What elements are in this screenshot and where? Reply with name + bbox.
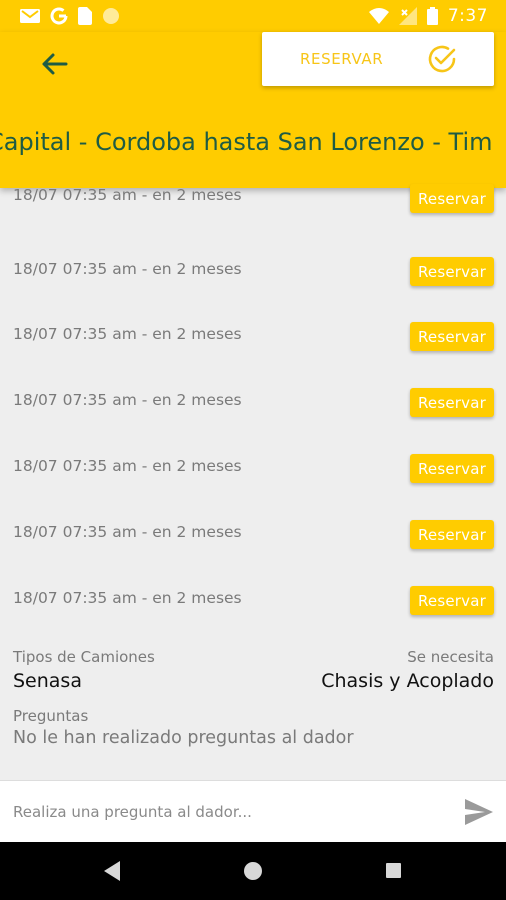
questions-label: Preguntas — [13, 706, 494, 725]
list-item: 18/07 07:35 am - en 2 meses Reservar — [0, 444, 506, 510]
reserve-button[interactable]: Reservar — [410, 454, 494, 483]
google-icon — [50, 7, 68, 25]
question-input-bar: Realiza una pregunta al dador... — [0, 780, 506, 842]
system-nav-bar — [0, 842, 506, 900]
home-circle-icon[interactable] — [244, 862, 262, 880]
reserve-button[interactable]: Reservar — [410, 586, 494, 615]
truck-info-labels: Tipos de Camiones Se necesita — [13, 648, 494, 666]
list-item: 18/07 07:35 am - en 2 meses Reservar — [0, 378, 506, 444]
list-item: 18/07 07:35 am - en 2 meses Reservar — [0, 510, 506, 576]
signal-icon — [398, 7, 417, 25]
recents-square-icon[interactable] — [386, 863, 401, 878]
back-triangle-icon[interactable] — [104, 861, 120, 885]
list-item: 18/07 07:35 am - en 2 meses Reservar — [0, 246, 506, 312]
reserve-header-label: RESERVAR — [300, 50, 384, 68]
truck-types-label: Tipos de Camiones — [13, 648, 155, 666]
departure-date: 18/07 07:35 am - en 2 meses — [13, 457, 242, 475]
departure-date: 18/07 07:35 am - en 2 meses — [13, 523, 242, 541]
arrow-left-icon — [42, 53, 68, 75]
check-circle-icon — [428, 45, 456, 73]
route-text: Capital - Cordoba hasta San Lorenzo - Ti… — [0, 128, 493, 156]
sim-icon — [78, 7, 92, 25]
reserve-button[interactable]: Reservar — [410, 257, 494, 286]
app-bar: RESERVAR Capital - Cordoba hasta San Lor… — [0, 32, 506, 188]
route-title: Capital - Cordoba hasta San Lorenzo - Ti… — [0, 124, 506, 164]
reserve-button[interactable]: Reservar — [410, 322, 494, 351]
reserve-button[interactable]: Reservar — [410, 388, 494, 417]
back-button[interactable] — [30, 40, 78, 88]
list-item: 18/07 07:35 am - en 2 meses Reservar — [0, 312, 506, 378]
send-button[interactable] — [463, 797, 495, 827]
battery-icon — [426, 7, 438, 25]
departure-date: 18/07 07:35 am - en 2 meses — [13, 260, 242, 278]
departure-date: 18/07 07:35 am - en 2 meses — [13, 325, 242, 343]
status-bar: 7:37 — [0, 0, 506, 32]
status-left-icons — [20, 7, 120, 25]
departure-date: 18/07 07:35 am - en 2 meses — [13, 391, 242, 409]
send-icon — [465, 799, 493, 825]
truck-types-value: Senasa — [13, 670, 82, 692]
status-time: 7:37 — [447, 6, 488, 26]
gmail-icon — [20, 8, 40, 24]
wifi-icon — [368, 8, 389, 24]
departure-date: 18/07 07:35 am - en 2 meses — [13, 186, 242, 204]
list-item: 18/07 07:35 am - en 2 meses Reservar — [0, 576, 506, 642]
trip-info: Tipos de Camiones Se necesita Senasa Cha… — [13, 648, 494, 748]
reserve-button[interactable]: Reservar — [410, 184, 494, 213]
truck-info-values: Senasa Chasis y Acoplado — [13, 670, 494, 692]
reserve-header-button[interactable]: RESERVAR — [262, 32, 494, 86]
departure-date: 18/07 07:35 am - en 2 meses — [13, 589, 242, 607]
needed-label: Se necesita — [407, 648, 494, 666]
needed-value: Chasis y Acoplado — [321, 670, 494, 692]
list-item: 18/07 07:35 am - en 2 meses Reservar — [0, 180, 506, 246]
status-right-icons: 7:37 — [368, 6, 488, 26]
questions-value-text: No le han realizado preguntas al dador — [13, 728, 354, 748]
questions-label-text: Preguntas — [13, 707, 89, 725]
circle-icon — [102, 7, 120, 25]
reserve-button[interactable]: Reservar — [410, 520, 494, 549]
question-input[interactable]: Realiza una pregunta al dador... — [13, 803, 252, 821]
questions-value: No le han realizado preguntas al dador — [13, 728, 494, 748]
